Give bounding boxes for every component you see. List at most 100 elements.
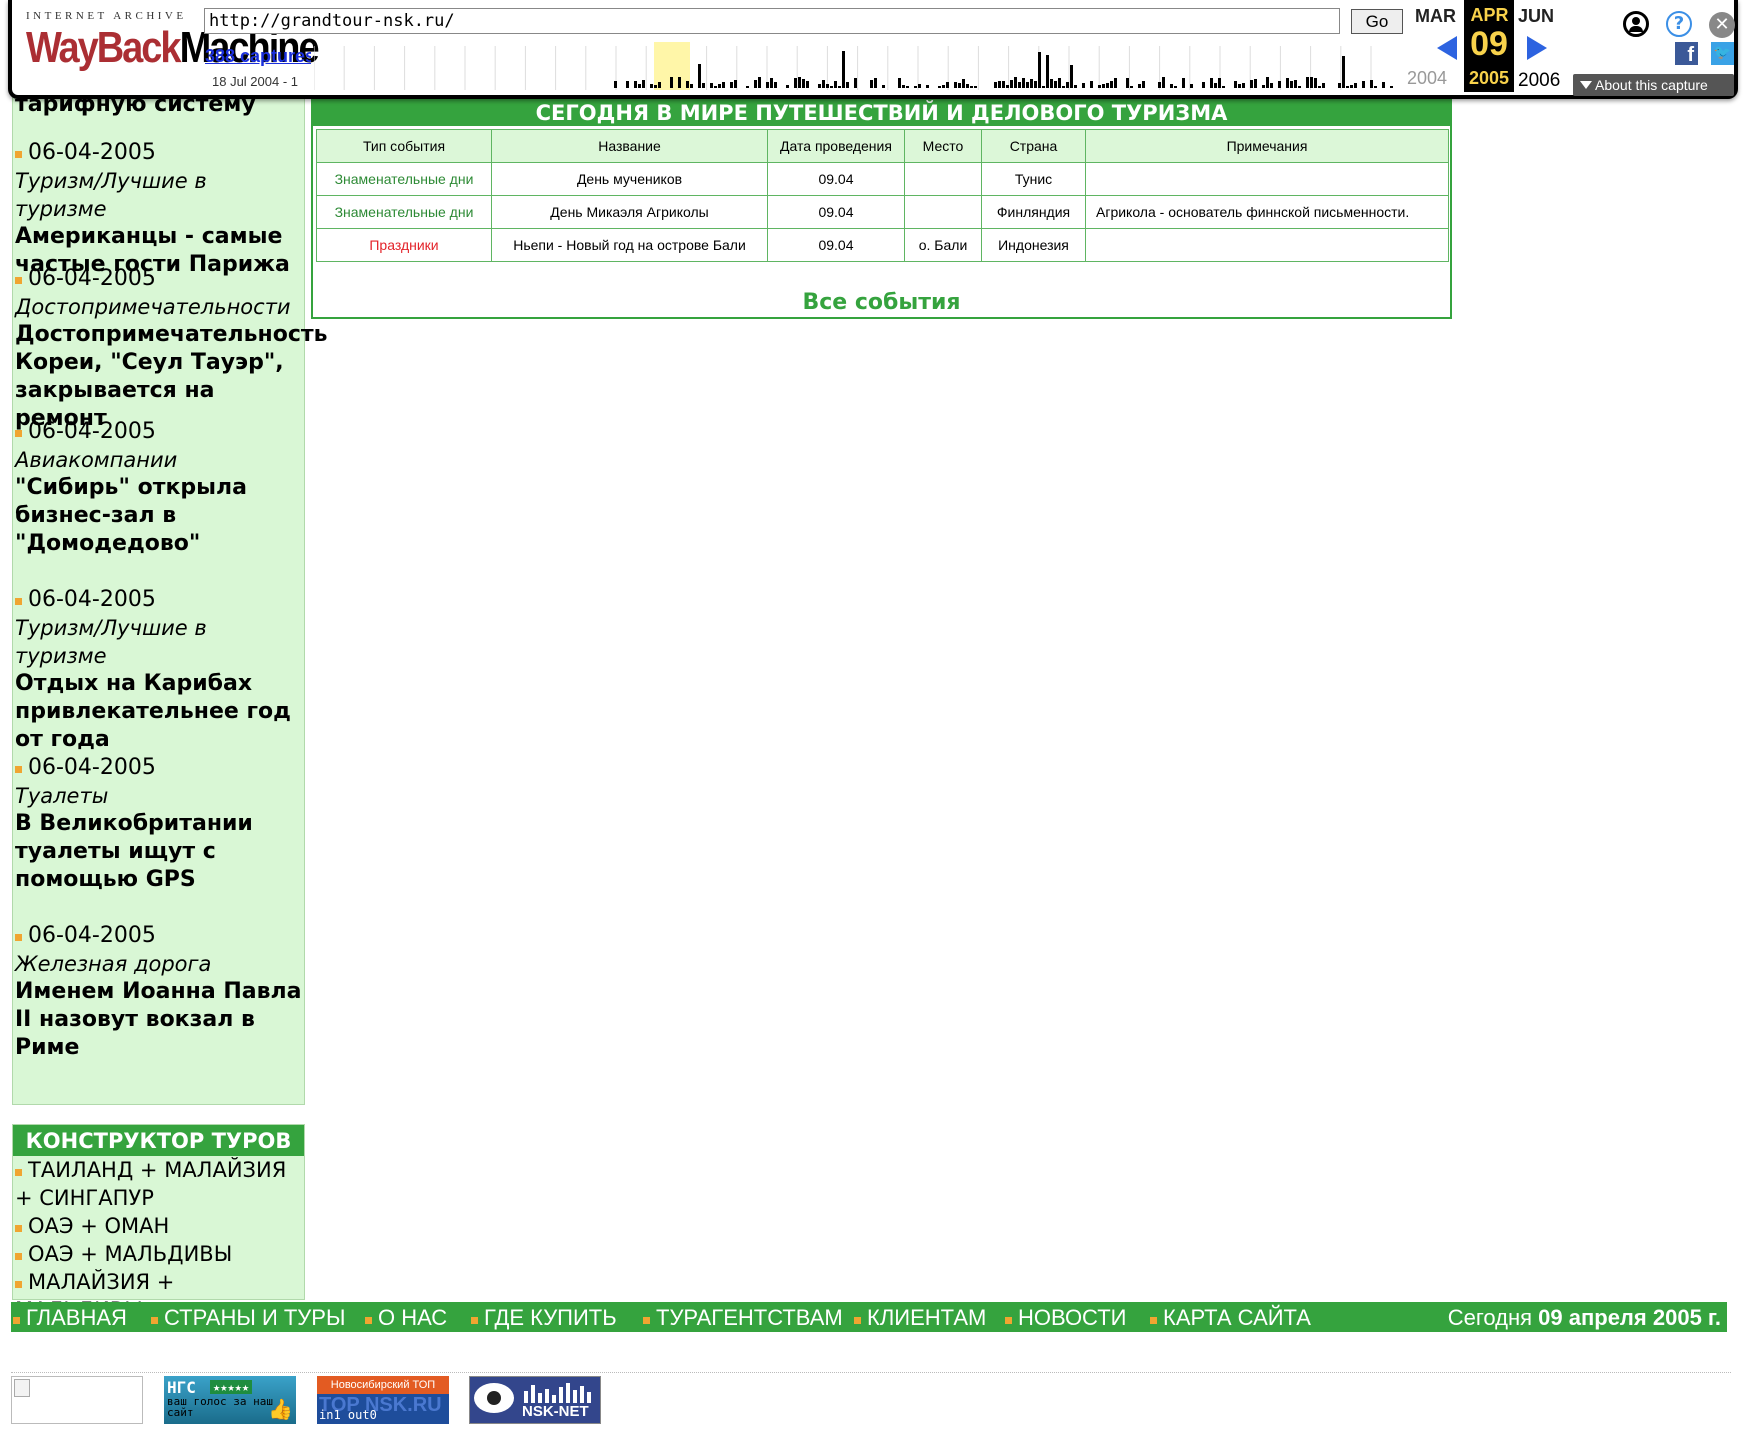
sparkline-bar [1082, 83, 1085, 88]
ngs-rating-banner[interactable]: НГС ★★★★★ ваш голос за наш сайт 👍 [164, 1376, 296, 1424]
nav-item-about[interactable]: О НАС [365, 1302, 447, 1334]
capture-date-range: 18 Jul 2004 - 1 [212, 74, 299, 89]
nav-item-where-to-buy[interactable]: ГДЕ КУПИТЬ [471, 1302, 617, 1334]
sparkline-bar [1114, 78, 1117, 88]
help-icon[interactable]: ? [1666, 11, 1692, 37]
sparkline-bar [1034, 81, 1037, 88]
broken-image-banner[interactable] [11, 1376, 143, 1424]
constructor-item[interactable]: ТАИЛАНД + МАЛАЙЗИЯ + СИНГАПУР [13, 1156, 304, 1212]
all-events-link[interactable]: Все события [313, 290, 1450, 315]
sparkline-bar [994, 82, 997, 88]
events-header-row: Тип события Название Дата проведения Мес… [316, 129, 1449, 163]
captures-link[interactable]: 388 captures [205, 46, 311, 67]
sparkline-bar [998, 81, 1001, 88]
sparkline-bar [830, 86, 833, 88]
bullet-icon [151, 1317, 158, 1324]
sparkline-bar [734, 80, 737, 88]
nav-item-home[interactable]: ГЛАВНАЯ [13, 1302, 127, 1334]
column-header: Название [491, 129, 768, 163]
sparkline-bar [906, 86, 909, 88]
event-name: День мучеников [491, 162, 768, 196]
sparkline-bar [766, 82, 769, 88]
news-category[interactable]: Достопримечательности [15, 293, 305, 321]
sparkline-bar [1270, 83, 1273, 88]
news-title[interactable]: В Великобритании туалеты ищут с помощью … [15, 810, 305, 894]
nav-item-agencies[interactable]: ТУРАГЕНТСТВАМ [643, 1302, 843, 1334]
constructor-item[interactable]: ОАЭ + МАЛЬДИВЫ [13, 1240, 304, 1268]
bullet-icon [15, 598, 22, 605]
news-category[interactable]: Туалеты [15, 782, 305, 810]
sparkline-bar [722, 82, 725, 88]
news-category[interactable]: Туризм/Лучшие в туризме [15, 614, 305, 670]
sparkline-bar [786, 85, 789, 88]
nav-item-clients[interactable]: КЛИЕНТАМ [854, 1302, 986, 1334]
event-type-link[interactable]: Знаменательные дни [316, 195, 492, 229]
sparkline-bar [1038, 52, 1041, 88]
bullet-icon [15, 151, 22, 158]
wayback-logo[interactable]: INTERNET ARCHIVE WayBackMachine [26, 10, 320, 80]
sparkline-bar [1290, 81, 1293, 88]
column-header: Дата проведения [767, 129, 905, 163]
tour-constructor-title: КОНСТРУКТОР ТУРОВ [13, 1125, 304, 1156]
news-title[interactable]: Отдых на Карибах привлекательнее год от … [15, 670, 305, 754]
news-title[interactable]: Достопримечательность Кореи, "Сеул Тауэр… [15, 321, 328, 433]
news-category[interactable]: Туризм/Лучшие в туризме [15, 167, 305, 223]
nav-item-sitemap[interactable]: КАРТА САЙТА [1150, 1302, 1311, 1334]
sparkline-bar [914, 86, 917, 88]
sparkline-bar [1202, 82, 1205, 88]
sparkline-bar [1046, 55, 1049, 88]
sparkline-bar [1030, 79, 1033, 88]
captures-sparkline[interactable] [314, 2, 1400, 90]
close-icon[interactable]: ✕ [1709, 12, 1735, 38]
sparkline-bar [638, 84, 641, 88]
event-type-link[interactable]: Знаменательные дни [316, 162, 492, 196]
sparkline-bar [870, 80, 873, 88]
prev-capture-arrow-icon[interactable] [1437, 36, 1457, 60]
sparkline-bar [650, 84, 653, 88]
constructor-item[interactable]: ОАЭ + ОМАН [13, 1212, 304, 1240]
event-date: 09.04 [767, 228, 905, 262]
sparkline-bar [966, 84, 969, 88]
sparkline-bar [1142, 81, 1145, 88]
event-name: День Микаэля Агриколы [491, 195, 768, 229]
next-month-label[interactable]: JUN [1518, 6, 1554, 27]
sparkline-bar [754, 80, 757, 88]
news-title[interactable]: "Сибирь" открыла бизнес-зал в "Домодедов… [15, 474, 305, 558]
top-nsk-banner[interactable]: Новосибирский ТОП TOP NSK.RU in1 out0 [317, 1376, 449, 1424]
nav-item-news[interactable]: НОВОСТИ [1005, 1302, 1126, 1334]
sparkline-bar [1294, 80, 1297, 88]
sparkline-bar [730, 82, 733, 88]
about-capture-dropdown[interactable]: About this capture [1573, 74, 1734, 96]
prev-year-label[interactable]: 2004 [1407, 68, 1447, 89]
news-category[interactable]: Авиакомпании [15, 446, 305, 474]
sparkline-bar [1022, 78, 1025, 88]
nav-item-countries[interactable]: СТРАНЫ И ТУРЫ [151, 1302, 345, 1334]
sparkline-bar [898, 78, 901, 88]
stars-icon: ★★★★★ [210, 1380, 253, 1394]
sparkline-bar [1074, 85, 1077, 88]
sparkline-bar [874, 78, 877, 88]
event-type-link[interactable]: Праздники [316, 228, 492, 262]
news-category[interactable]: Железная дорога [15, 950, 305, 978]
sparkline-bar [1050, 79, 1053, 88]
news-title[interactable]: Именем Иоанна Павла II назовут вокзал в … [15, 978, 305, 1062]
sparkline-bar [846, 82, 849, 88]
next-capture-arrow-icon[interactable] [1527, 36, 1547, 60]
sparkline-bar [658, 82, 661, 88]
bullet-icon [643, 1317, 650, 1324]
user-account-icon[interactable] [1623, 11, 1649, 37]
twitter-icon[interactable]: 🐦 [1711, 42, 1734, 65]
sparkline-bar [1170, 84, 1173, 88]
sparkline-bar [1126, 78, 1129, 88]
next-year-label[interactable]: 2006 [1518, 70, 1560, 92]
sparkline-bar [1162, 77, 1165, 88]
sparkline-bar [1182, 78, 1185, 88]
facebook-icon[interactable]: f [1675, 42, 1698, 66]
bullet-icon [15, 430, 22, 437]
sparkline-bar [614, 81, 617, 88]
sparkline-bar [654, 85, 657, 88]
bullet-icon [13, 1317, 20, 1324]
sparkline-bar [1314, 78, 1317, 88]
prev-month-label[interactable]: MAR [1415, 6, 1456, 27]
nsk-net-banner[interactable]: NSK-NET [469, 1376, 601, 1424]
